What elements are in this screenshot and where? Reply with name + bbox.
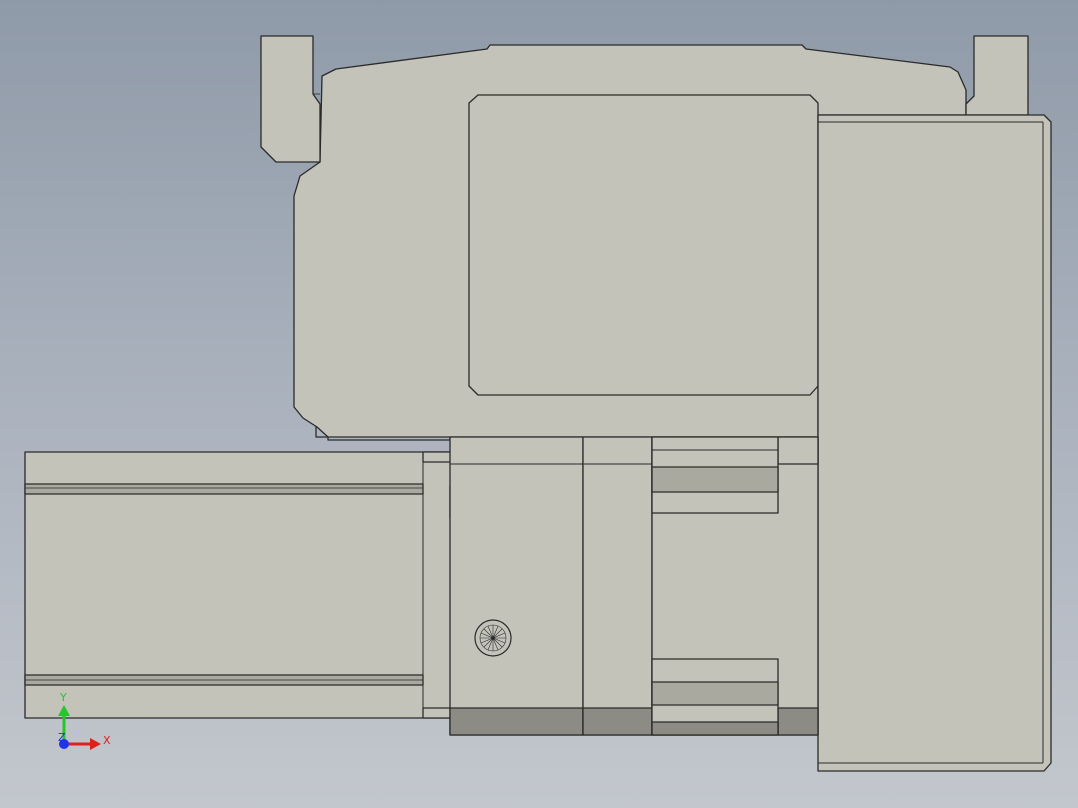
set-screw-knurl (474, 619, 512, 657)
mounting-tab-right[interactable] (965, 35, 1029, 116)
coupling-block[interactable] (449, 436, 584, 736)
triad-x-label: X (103, 734, 111, 747)
pulley-section[interactable] (651, 436, 819, 736)
mounting-tab-left[interactable] (260, 35, 321, 163)
rail-top-groove (24, 483, 424, 495)
side-cover[interactable] (817, 114, 1052, 772)
triad-x-arrow (90, 738, 101, 750)
linear-rail[interactable] (24, 451, 460, 719)
rail-end-cap-bottom (422, 707, 452, 719)
triad-y-label: Y (59, 691, 67, 704)
cad-model[interactable] (24, 35, 1052, 772)
flange-plate[interactable] (582, 436, 653, 736)
triad-z-label: Z (58, 731, 66, 744)
housing-recessed-panel (468, 94, 819, 396)
cad-graphics-viewport[interactable]: Y X Z (0, 0, 1078, 808)
rail-end-cap-top (422, 451, 452, 463)
